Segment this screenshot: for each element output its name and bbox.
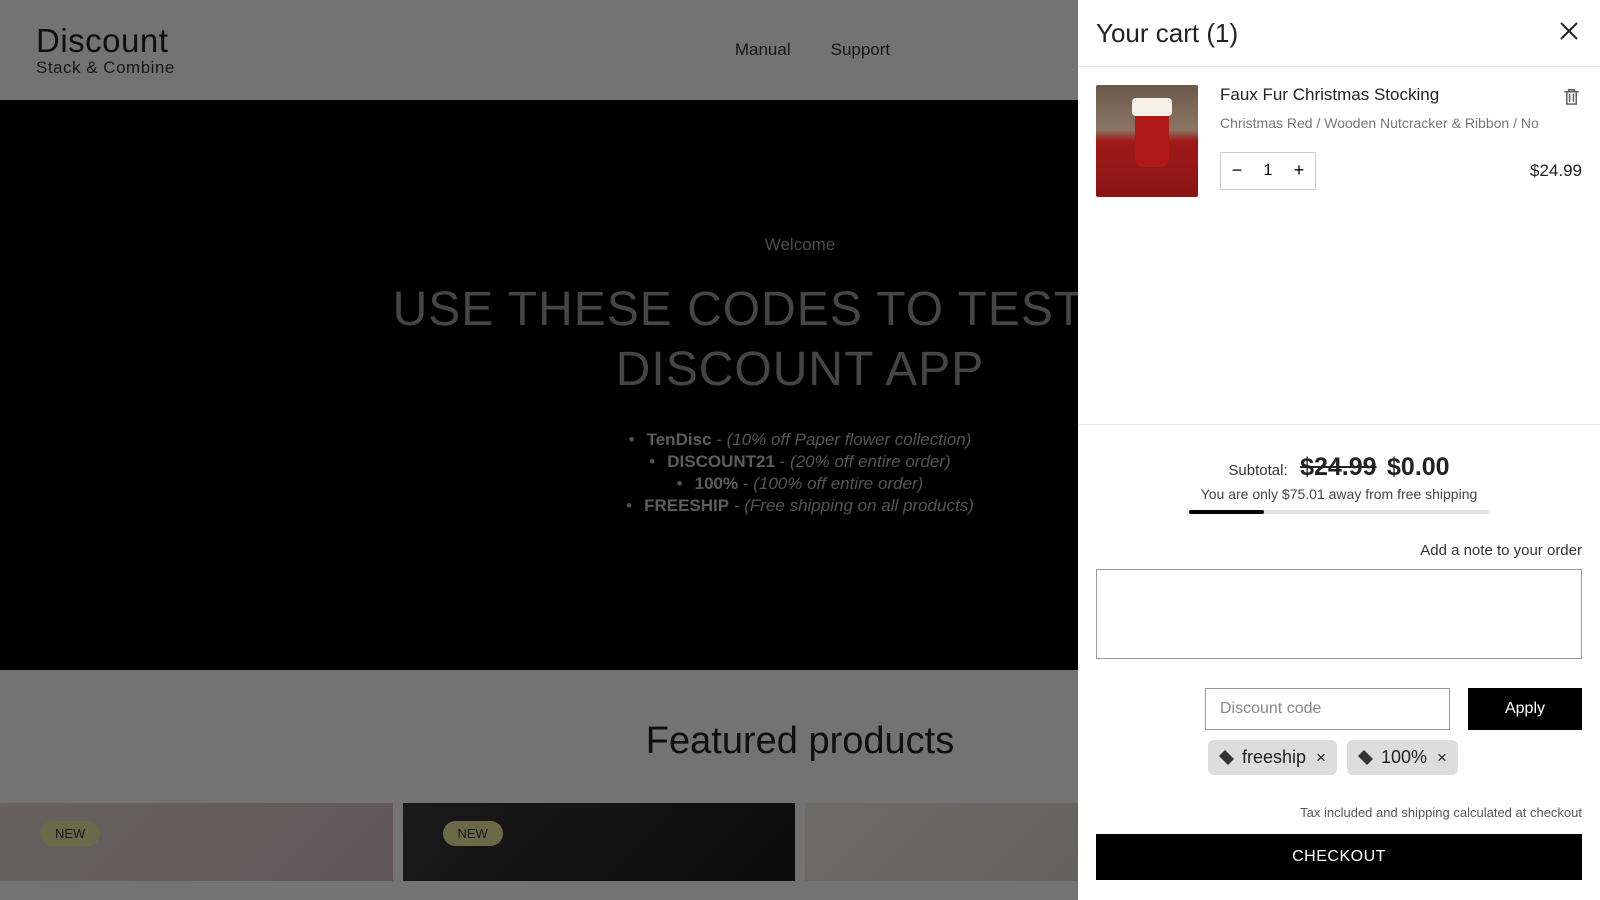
remove-discount-button[interactable]: × — [1316, 748, 1326, 768]
subtotal-label: Subtotal: — [1228, 462, 1287, 479]
discount-row: Apply — [1096, 688, 1582, 730]
shipping-progress-fill — [1189, 510, 1264, 514]
free-shipping-message: You are only $75.01 away from free shipp… — [1096, 486, 1582, 502]
cart-title: Your cart (1) — [1096, 18, 1238, 49]
shipping-progress-bar — [1189, 510, 1489, 514]
cart-item: Faux Fur Christmas Stocking Christmas Re… — [1096, 85, 1582, 197]
item-details: Faux Fur Christmas Stocking Christmas Re… — [1220, 85, 1582, 197]
quantity-increase-button[interactable]: + — [1283, 153, 1315, 189]
remove-discount-button[interactable]: × — [1437, 748, 1447, 768]
discount-tag-label: freeship — [1242, 747, 1306, 768]
cart-footer: Subtotal: $24.99 $0.00 You are only $75.… — [1078, 424, 1600, 900]
modal-overlay[interactable] — [0, 0, 1078, 900]
tag-icon — [1358, 750, 1373, 765]
subtotal-row: Subtotal: $24.99 $0.00 — [1096, 453, 1582, 482]
cart-panel: Your cart (1) Faux Fur Christmas Stockin… — [1078, 0, 1600, 900]
trash-icon — [1563, 87, 1580, 106]
subtotal-new-price: $0.00 — [1387, 453, 1450, 481]
close-icon — [1560, 22, 1578, 40]
item-name: Faux Fur Christmas Stocking — [1220, 85, 1439, 105]
discount-tag: 100% × — [1347, 740, 1458, 775]
discount-tag-label: 100% — [1381, 747, 1427, 768]
discount-code-input[interactable] — [1205, 688, 1450, 730]
cart-items: Faux Fur Christmas Stocking Christmas Re… — [1078, 67, 1600, 215]
item-variant: Christmas Red / Wooden Nutcracker & Ribb… — [1220, 114, 1582, 134]
applied-discounts-row: freeship × 100% × — [1208, 740, 1582, 775]
tax-shipping-message: Tax included and shipping calculated at … — [1096, 805, 1582, 820]
quantity-value: 1 — [1253, 162, 1283, 180]
remove-item-button[interactable] — [1561, 85, 1582, 108]
quantity-control: − 1 + — [1220, 152, 1316, 190]
quantity-decrease-button[interactable]: − — [1221, 153, 1253, 189]
subtotal-old-price: $24.99 — [1300, 453, 1376, 481]
order-note-label: Add a note to your order — [1096, 542, 1582, 559]
apply-discount-button[interactable]: Apply — [1468, 688, 1582, 730]
discount-tag: freeship × — [1208, 740, 1337, 775]
tag-icon — [1219, 750, 1234, 765]
close-button[interactable] — [1556, 16, 1582, 50]
cart-header: Your cart (1) — [1078, 0, 1600, 67]
item-price: $24.99 — [1530, 161, 1582, 181]
item-image[interactable] — [1096, 85, 1198, 197]
checkout-button[interactable]: CHECKOUT — [1096, 834, 1582, 880]
order-note-textarea[interactable] — [1096, 569, 1582, 659]
